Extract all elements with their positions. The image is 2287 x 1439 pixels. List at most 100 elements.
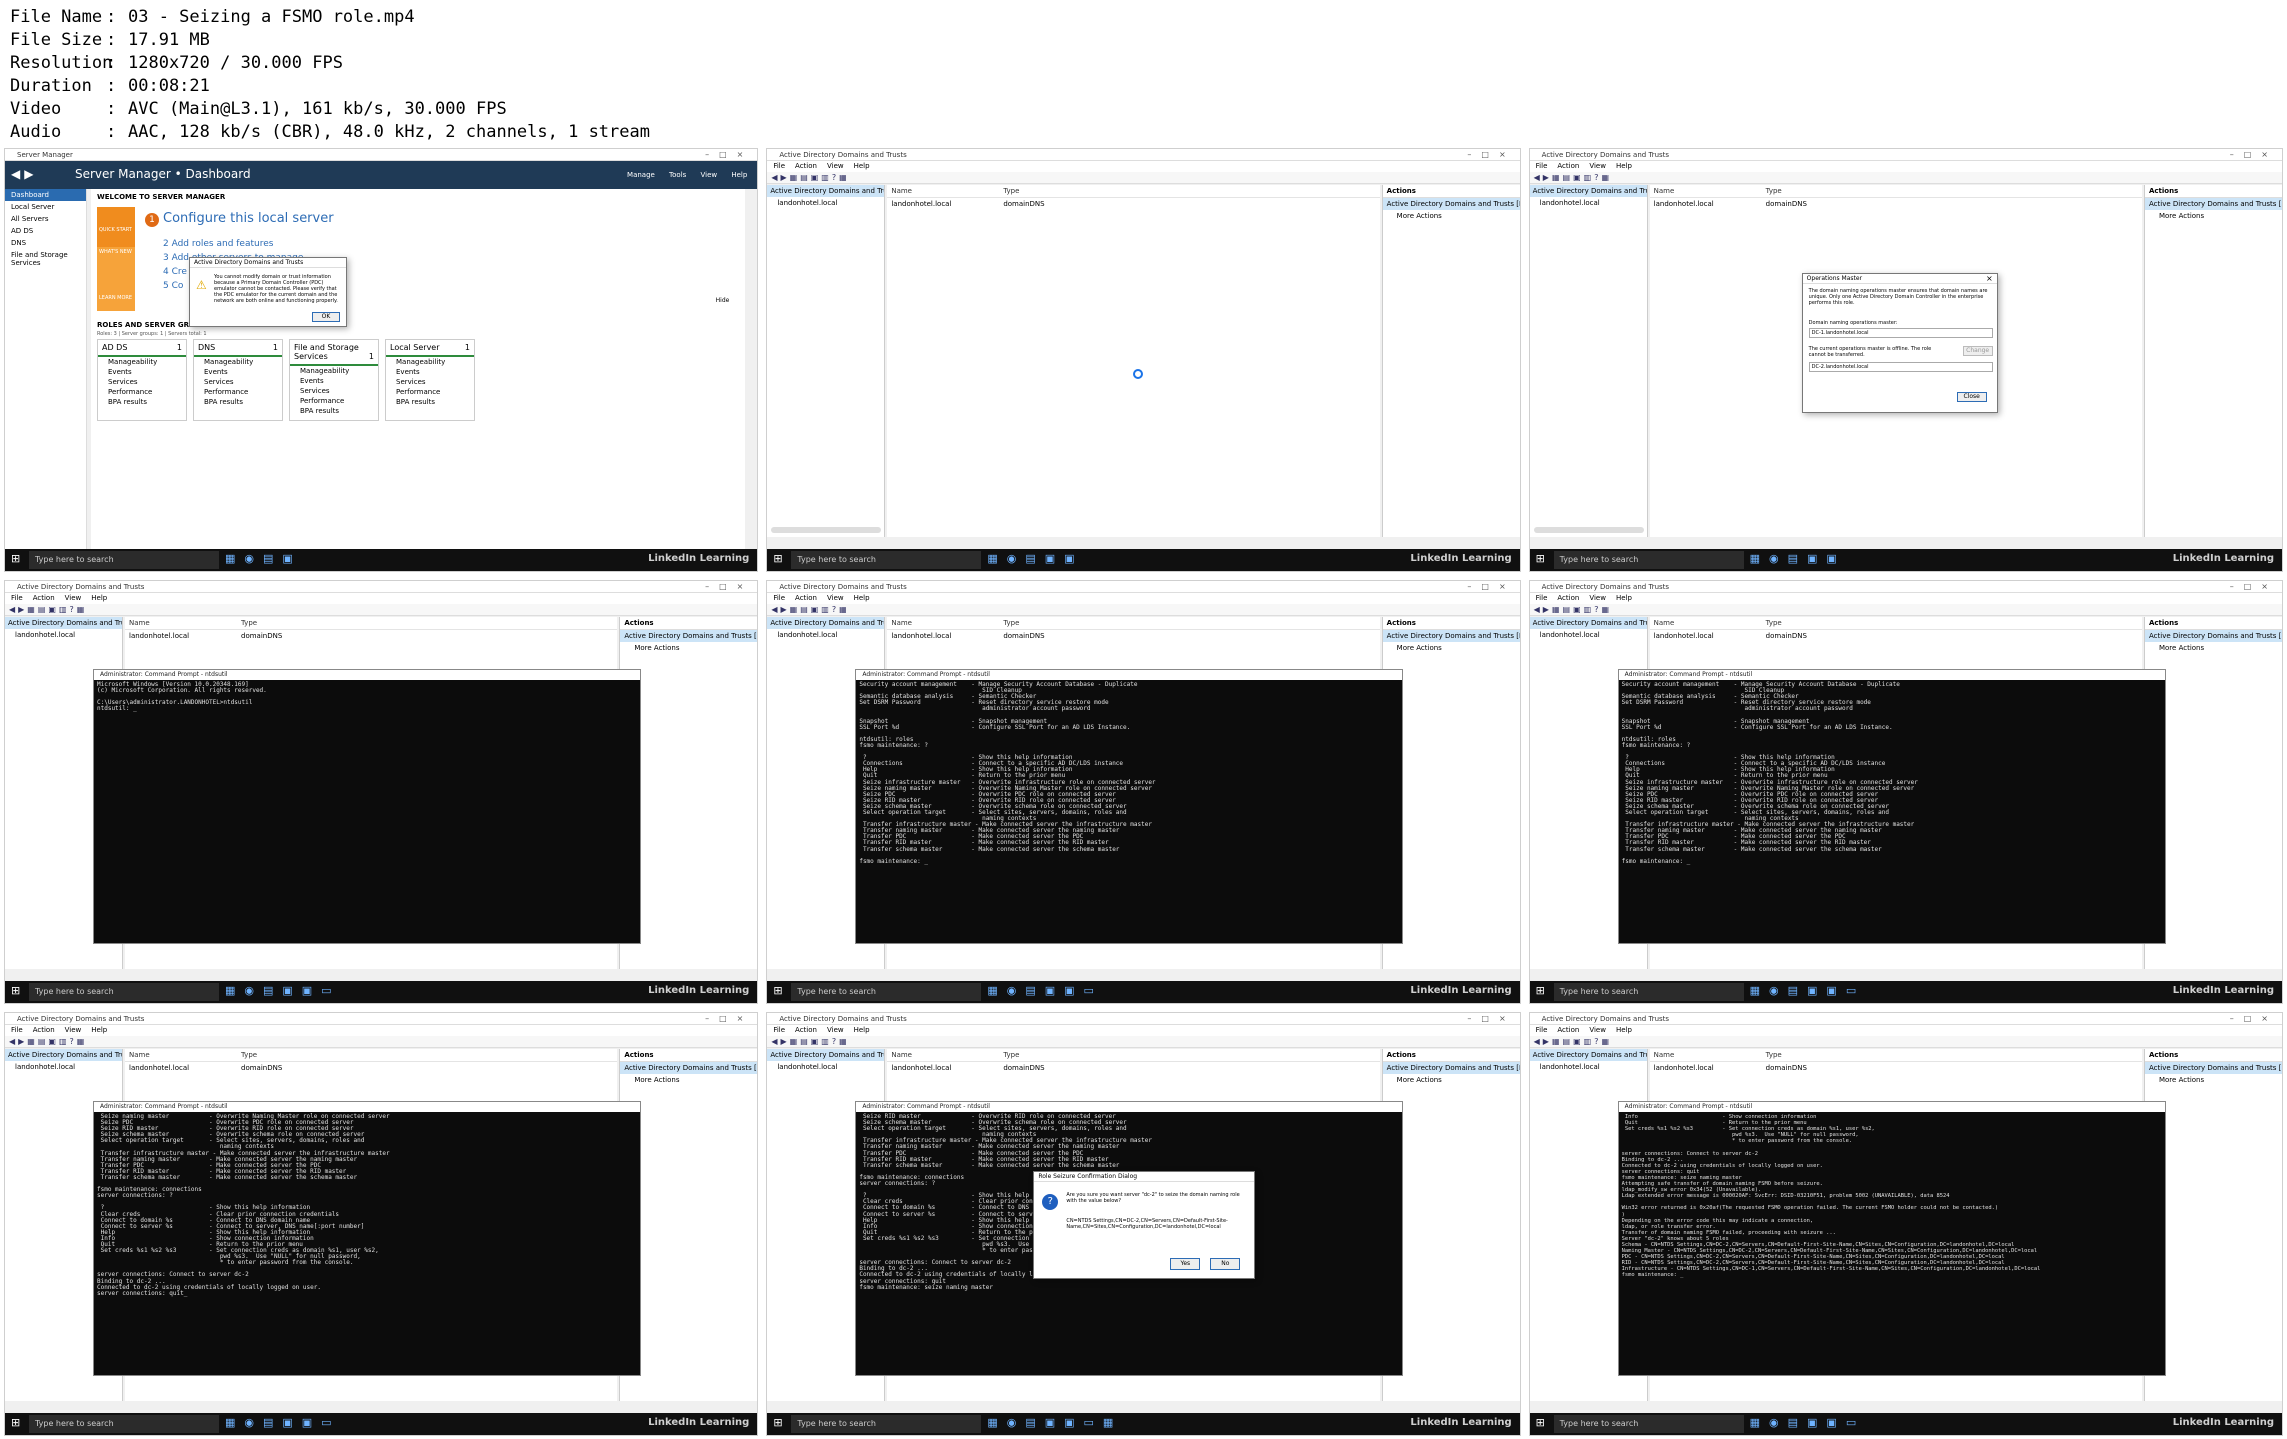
sidebar-item-dns[interactable]: DNS (5, 237, 86, 249)
taskbar-app-icons[interactable]: ▦◉▤▣ (225, 552, 302, 565)
col-name[interactable]: Name (1654, 1051, 1766, 1059)
close-icon[interactable]: × (1986, 274, 1993, 283)
tile-item[interactable]: Manageability (290, 366, 378, 376)
more-actions[interactable]: More Actions (620, 642, 757, 654)
actions-selected[interactable]: Active Directory Domains and Trusts [D..… (1382, 198, 1520, 210)
more-actions[interactable]: More Actions (2145, 642, 2282, 654)
tree-node-domain[interactable]: landonhotel.local (767, 629, 884, 641)
menu-help[interactable]: Help (1616, 594, 1632, 602)
menu-view[interactable]: View (65, 1026, 82, 1034)
actions-selected[interactable]: Active Directory Domains and Trusts [D..… (620, 1062, 758, 1074)
yes-button[interactable]: Yes (1170, 1258, 1201, 1270)
toolbar-icons[interactable]: ◀▶▦▤▣▥?▦ (767, 172, 1520, 184)
taskbar-search[interactable]: Type here to search (791, 1415, 982, 1433)
tile-item[interactable]: BPA results (194, 397, 282, 407)
tile-item[interactable]: Services (194, 377, 282, 387)
horizontal-scrollbar[interactable] (1533, 527, 1644, 533)
col-name[interactable]: Name (1654, 619, 1766, 627)
actions-selected[interactable]: Active Directory Domains and Trusts [D..… (1382, 1062, 1520, 1074)
taskbar-app-icons[interactable]: ▦◉▤▣▣ (987, 552, 1083, 565)
windows-start-icon[interactable]: ⊞ (773, 553, 785, 565)
menu-file[interactable]: File (1536, 1026, 1548, 1034)
menu-help[interactable]: Help (854, 1026, 870, 1034)
list-item[interactable]: landonhotel.local domainDNS (1650, 198, 2142, 210)
menu-file[interactable]: File (1536, 162, 1548, 170)
menu-action[interactable]: Action (1557, 594, 1579, 602)
more-actions[interactable]: More Actions (1383, 1074, 1520, 1086)
command-prompt-window[interactable]: Administrator: Command Prompt - ntdsutil… (93, 669, 641, 944)
tile-dns[interactable]: DNS 1 Manageability Events Services Performa… (193, 339, 283, 421)
col-type[interactable]: Type (241, 1051, 257, 1059)
window-controls[interactable]: –□× (1467, 581, 1515, 593)
tile-item[interactable]: Services (290, 386, 378, 396)
menu-file[interactable]: File (1536, 594, 1548, 602)
list-item[interactable]: landonhotel.local domainDNS (125, 1062, 617, 1074)
tile-item[interactable]: BPA results (98, 397, 186, 407)
col-name[interactable]: Name (129, 1051, 241, 1059)
window-controls[interactable]: –□× (2230, 149, 2278, 161)
cmd-output[interactable]: Microsoft Windows [Version 10.0.20348.16… (94, 680, 640, 714)
toolbar-icons[interactable]: ◀▶▦▤▣▥?▦ (1529, 172, 2282, 184)
menu-file[interactable]: File (11, 594, 23, 602)
menu-action[interactable]: Action (795, 162, 817, 170)
taskbar-search[interactable]: Type here to search (29, 983, 219, 1001)
tile-item[interactable]: Performance (98, 387, 186, 397)
toolbar-icons[interactable]: ◀▶▦▤▣▥?▦ (1529, 1036, 2282, 1048)
col-name[interactable]: Name (1654, 187, 1766, 195)
col-name[interactable]: Name (891, 187, 1003, 195)
menu-action[interactable]: Action (795, 1026, 817, 1034)
col-type[interactable]: Type (1003, 187, 1019, 195)
menu-view[interactable]: View (1589, 1026, 1606, 1034)
back-forward-icon[interactable]: ◀▶ (11, 167, 37, 181)
tree-node-domain[interactable]: landonhotel.local (5, 1061, 122, 1073)
tree-node-domain[interactable]: landonhotel.local (767, 1061, 884, 1073)
menu-action[interactable]: Action (33, 1026, 55, 1034)
more-actions[interactable]: More Actions (620, 1074, 757, 1086)
tile-item[interactable]: Manageability (194, 357, 282, 367)
taskbar-search[interactable]: Type here to search (1553, 983, 1744, 1001)
cmd-output[interactable]: Security account management - Manage Sec… (1619, 680, 2165, 867)
tile-item[interactable]: Performance (386, 387, 474, 397)
list-item[interactable]: landonhotel.local domainDNS (1650, 630, 2142, 642)
col-type[interactable]: Type (1766, 1051, 1782, 1059)
sidebar-item-ad-ds[interactable]: AD DS (5, 225, 86, 237)
taskbar-app-icons[interactable]: ▦◉▤▣▣▭ (1750, 1416, 1866, 1429)
col-type[interactable]: Type (1003, 619, 1019, 627)
tile-item[interactable]: Manageability (386, 357, 474, 367)
menu-file[interactable]: File (773, 1026, 785, 1034)
window-controls[interactable]: –□× (705, 581, 753, 593)
tree-root[interactable]: Active Directory Domains and Trusts (1529, 617, 1647, 629)
col-type[interactable]: Type (1766, 619, 1782, 627)
taskbar-search[interactable]: Type here to search (791, 551, 982, 569)
menu-view[interactable]: View (827, 1026, 844, 1034)
tree-node-domain[interactable]: landonhotel.local (767, 197, 884, 209)
target-server-field[interactable]: DC-2.landonhotel.local (1808, 362, 1993, 372)
tree-root[interactable]: Active Directory Domains and Trusts (767, 1049, 885, 1061)
taskbar-search[interactable]: Type here to search (1553, 1415, 1744, 1433)
tile-item[interactable]: Events (98, 367, 186, 377)
list-item[interactable]: landonhotel.local domainDNS (125, 630, 617, 642)
list-item[interactable]: landonhotel.local domainDNS (887, 1062, 1379, 1074)
close-button[interactable]: Close (1956, 392, 1987, 402)
more-actions[interactable]: More Actions (2145, 1074, 2282, 1086)
sm-menus[interactable]: Manage Tools View Help (627, 171, 747, 179)
menu-action[interactable]: Action (1557, 1026, 1579, 1034)
command-prompt-window[interactable]: Administrator: Command Prompt - ntdsutil… (855, 669, 1404, 944)
taskbar-app-icons[interactable]: ▦◉▤▣▣▭▦ (987, 1416, 1122, 1429)
list-item[interactable]: landonhotel.local domainDNS (1650, 1062, 2142, 1074)
toolbar-icons[interactable]: ◀▶▦▤▣▥?▦ (5, 604, 758, 616)
menu-view[interactable]: View (1589, 162, 1606, 170)
taskbar-app-icons[interactable]: ▦◉▤▣▣▭ (1750, 984, 1866, 997)
toolbar-icons[interactable]: ◀▶▦▤▣▥?▦ (767, 604, 1520, 616)
cmd-output[interactable]: Info - Show connection information Quit … (1619, 1112, 2165, 1281)
taskbar-app-icons[interactable]: ▦◉▤▣▣▭ (987, 984, 1103, 997)
tree-node-domain[interactable]: landonhotel.local (1530, 629, 1647, 641)
tile-item[interactable]: BPA results (386, 397, 474, 407)
list-item[interactable]: landonhotel.local domainDNS (887, 198, 1379, 210)
tile-item[interactable]: Services (386, 377, 474, 387)
windows-start-icon[interactable]: ⊞ (11, 985, 23, 997)
window-controls[interactable]: –□× (2230, 1013, 2278, 1025)
naming-master-field[interactable]: DC-1.landonhotel.local (1808, 328, 1993, 338)
toolbar-icons[interactable]: ◀▶▦▤▣▥?▦ (1529, 604, 2282, 616)
actions-selected[interactable]: Active Directory Domains and Trusts [D..… (1382, 630, 1520, 642)
